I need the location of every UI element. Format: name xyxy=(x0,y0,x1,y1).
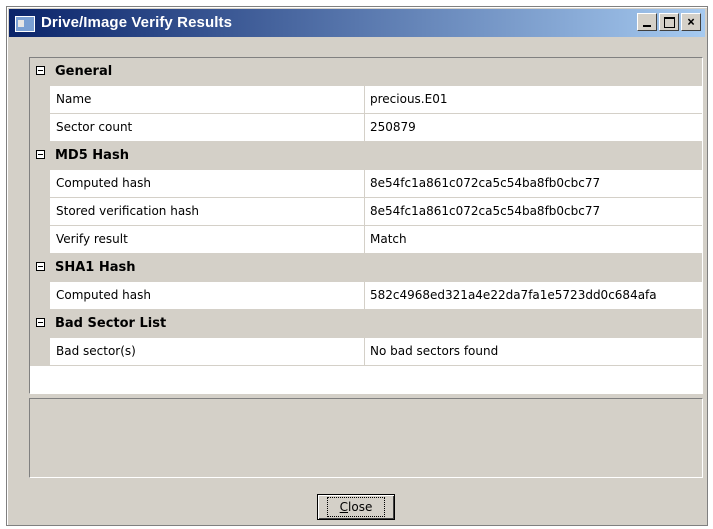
window-controls: × xyxy=(637,13,701,31)
focus-rect: Close xyxy=(326,497,386,517)
close-button-label: lose xyxy=(348,500,373,514)
category-md5-hash[interactable]: MD5 Hash xyxy=(30,142,702,170)
property-name: Sector count xyxy=(50,114,365,141)
collapse-icon[interactable] xyxy=(36,66,45,75)
property-name: Name xyxy=(50,86,365,113)
property-row[interactable]: Bad sector(s) No bad sectors found xyxy=(30,338,702,366)
property-grid-rows: General Name precious.E01 Sector count 2… xyxy=(30,58,702,366)
minimize-icon xyxy=(643,25,651,27)
title-bar[interactable]: Drive/Image Verify Results × xyxy=(9,9,705,37)
close-button[interactable]: Close xyxy=(317,494,395,520)
property-value[interactable]: No bad sectors found xyxy=(365,338,702,365)
row-gutter xyxy=(30,170,50,197)
maximize-icon xyxy=(663,16,675,28)
verify-results-window: Drive/Image Verify Results × General Nam… xyxy=(6,6,708,526)
minimize-button[interactable] xyxy=(637,13,657,31)
close-icon: × xyxy=(687,14,695,30)
category-label: MD5 Hash xyxy=(55,148,129,163)
window-app-icon xyxy=(15,16,35,32)
row-gutter xyxy=(30,226,50,253)
collapse-icon[interactable] xyxy=(36,150,45,159)
property-value[interactable]: precious.E01 xyxy=(365,86,702,113)
accelerator-key: C xyxy=(339,500,349,514)
category-label: Bad Sector List xyxy=(55,316,167,331)
row-gutter xyxy=(30,86,50,113)
property-row[interactable]: Computed hash 582c4968ed321a4e22da7fa1e5… xyxy=(30,282,702,310)
window-title: Drive/Image Verify Results xyxy=(41,14,233,31)
property-name: Stored verification hash xyxy=(50,198,365,225)
property-name: Computed hash xyxy=(50,170,365,197)
category-sha1-hash[interactable]: SHA1 Hash xyxy=(30,254,702,282)
property-name: Computed hash xyxy=(50,282,365,309)
close-window-button[interactable]: × xyxy=(681,13,701,31)
category-label: General xyxy=(55,64,113,79)
description-panel xyxy=(29,398,703,478)
property-value[interactable]: Match xyxy=(365,226,702,253)
property-grid[interactable]: General Name precious.E01 Sector count 2… xyxy=(29,57,703,394)
collapse-icon[interactable] xyxy=(36,318,45,327)
category-label: SHA1 Hash xyxy=(55,260,136,275)
background-title-fragment xyxy=(0,0,713,4)
property-row[interactable]: Verify result Match xyxy=(30,226,702,254)
maximize-button[interactable] xyxy=(659,13,679,31)
row-gutter xyxy=(30,198,50,225)
row-gutter xyxy=(30,338,50,365)
property-value[interactable]: 8e54fc1a861c072ca5c54ba8fb0cbc77 xyxy=(365,170,702,197)
property-row[interactable]: Sector count 250879 xyxy=(30,114,702,142)
property-row[interactable]: Name precious.E01 xyxy=(30,86,702,114)
row-gutter xyxy=(30,282,50,309)
collapse-icon[interactable] xyxy=(36,262,45,271)
category-bad-sector-list[interactable]: Bad Sector List xyxy=(30,310,702,338)
property-name: Bad sector(s) xyxy=(50,338,365,365)
property-row[interactable]: Computed hash 8e54fc1a861c072ca5c54ba8fb… xyxy=(30,170,702,198)
property-value[interactable]: 250879 xyxy=(365,114,702,141)
property-value[interactable]: 582c4968ed321a4e22da7fa1e5723dd0c684afa xyxy=(365,282,702,309)
property-name: Verify result xyxy=(50,226,365,253)
row-gutter xyxy=(30,114,50,141)
property-row[interactable]: Stored verification hash 8e54fc1a861c072… xyxy=(30,198,702,226)
property-value[interactable]: 8e54fc1a861c072ca5c54ba8fb0cbc77 xyxy=(365,198,702,225)
category-general[interactable]: General xyxy=(30,58,702,86)
